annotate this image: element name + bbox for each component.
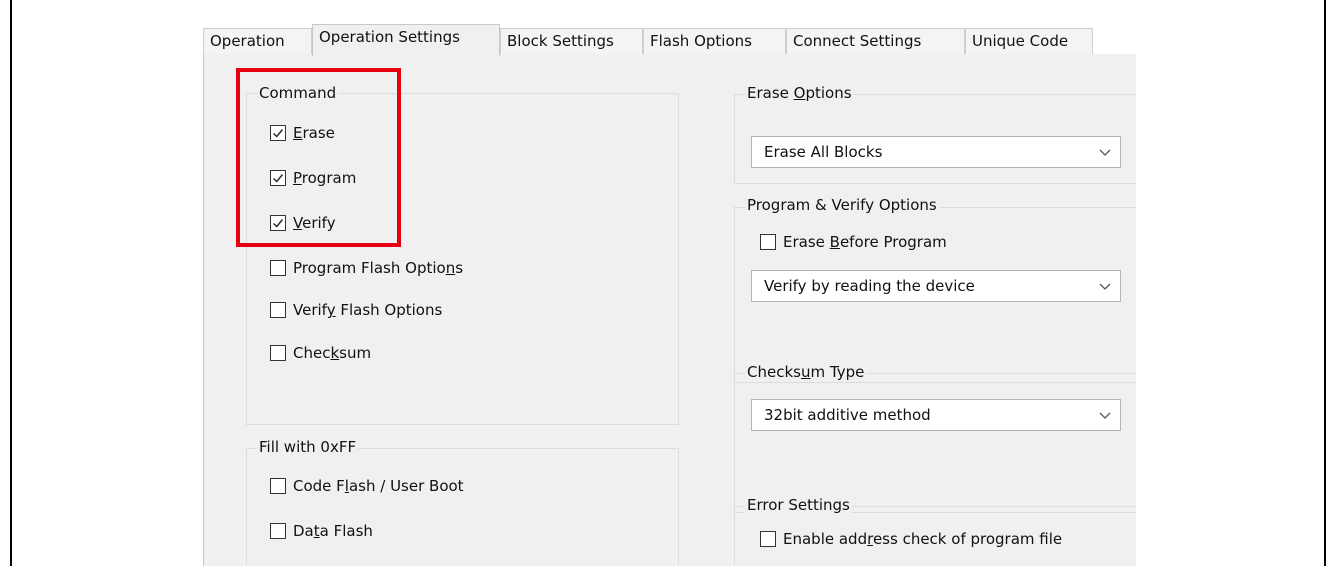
address-check-label: Enable address check of program file xyxy=(783,530,1063,548)
checksum-label: Checksum xyxy=(293,344,372,362)
fill-group-title: Fill with 0xFF xyxy=(257,438,359,456)
checksum-type-group xyxy=(734,373,1136,513)
tab-flash-options[interactable]: Flash Options xyxy=(643,28,786,54)
code-flash-checkbox[interactable]: Code Flash / User Boot xyxy=(270,477,464,495)
checkbox-unchecked-icon xyxy=(760,234,776,250)
erase-options-title: Erase Options xyxy=(745,84,854,102)
code-flash-label: Code Flash / User Boot xyxy=(293,477,464,495)
checkbox-unchecked-icon xyxy=(270,345,286,361)
verify-method-select[interactable]: Verify by reading the device xyxy=(751,270,1121,302)
tab-bar: Operation Operation Settings Block Setti… xyxy=(203,24,1135,60)
checkbox-unchecked-icon xyxy=(270,260,286,276)
erase-before-program-label: Erase Before Program xyxy=(783,233,947,251)
checkbox-unchecked-icon xyxy=(270,302,286,318)
tab-connect-settings[interactable]: Connect Settings xyxy=(786,28,965,54)
program-verify-title: Program & Verify Options xyxy=(745,196,939,214)
program-flash-options-label: Program Flash Options xyxy=(293,259,464,277)
data-flash-checkbox[interactable]: Data Flash xyxy=(270,522,373,540)
checksum-checkbox[interactable]: Checksum xyxy=(270,344,371,362)
checksum-type-title: Checksum Type xyxy=(745,363,867,381)
tab-unique-code[interactable]: Unique Code xyxy=(965,28,1093,54)
program-flash-options-checkbox[interactable]: Program Flash Options xyxy=(270,259,463,277)
chevron-down-icon xyxy=(1099,283,1111,290)
erase-options-select[interactable]: Erase All Blocks xyxy=(751,136,1121,168)
highlight-box xyxy=(236,68,401,247)
error-settings-title: Error Settings xyxy=(745,496,852,514)
verify-flash-options-label: Verify Flash Options xyxy=(293,301,443,319)
fill-group xyxy=(246,448,679,566)
tab-operation[interactable]: Operation xyxy=(203,28,312,54)
chevron-down-icon xyxy=(1099,412,1111,419)
checkbox-unchecked-icon xyxy=(270,523,286,539)
data-flash-label: Data Flash xyxy=(293,522,373,540)
checkbox-unchecked-icon xyxy=(270,478,286,494)
tab-operation-settings[interactable]: Operation Settings xyxy=(312,24,500,56)
checksum-type-select[interactable]: 32bit additive method xyxy=(751,399,1121,431)
checksum-type-value: 32bit additive method xyxy=(764,406,931,424)
chevron-down-icon xyxy=(1099,149,1111,156)
verify-flash-options-checkbox[interactable]: Verify Flash Options xyxy=(270,301,442,319)
erase-before-program-checkbox[interactable]: Erase Before Program xyxy=(760,233,947,251)
tab-block-settings[interactable]: Block Settings xyxy=(500,28,643,54)
checkbox-unchecked-icon xyxy=(760,531,776,547)
erase-options-value: Erase All Blocks xyxy=(764,143,883,161)
address-check-checkbox[interactable]: Enable address check of program file xyxy=(760,530,1062,548)
verify-method-value: Verify by reading the device xyxy=(764,277,975,295)
